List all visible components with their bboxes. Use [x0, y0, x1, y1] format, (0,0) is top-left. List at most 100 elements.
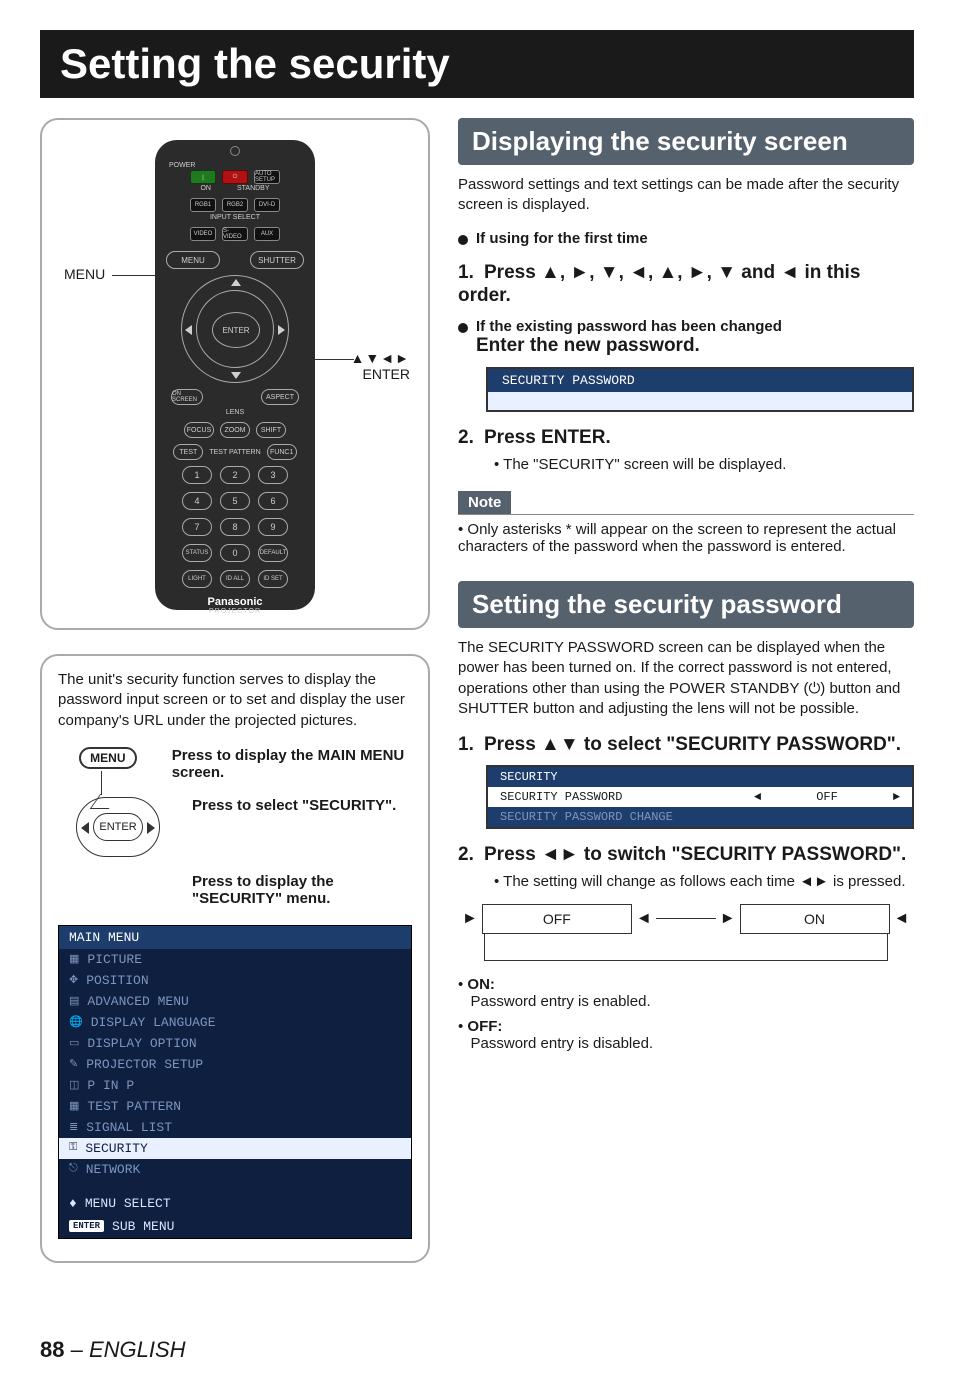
menu-item-picture: ▦PICTURE — [59, 949, 411, 970]
menu-footer-2: ENTERSUB MENU — [59, 1215, 411, 1238]
menu-button[interactable]: MENU — [166, 251, 220, 269]
num-4[interactable]: 4 — [182, 492, 212, 510]
toggle-off-box: OFF — [482, 904, 632, 934]
security-password-box-field — [488, 392, 912, 410]
security-password-box: SECURITY PASSWORD — [486, 367, 914, 412]
bullet-changed-pw-a: If the existing password has been change… — [476, 318, 782, 335]
main-menu-title: MAIN MENU — [59, 926, 411, 949]
security-menu-mock: SECURITY SECURITY PASSWORD ◄ OFF ► SECUR… — [486, 765, 914, 829]
toggle-on-box: ON — [740, 904, 890, 934]
section2-para: The SECURITY PASSWORD screen can be disp… — [458, 638, 914, 719]
shift-button[interactable]: SHIFT — [256, 422, 286, 438]
security-menu-row-dim: SECURITY PASSWORD CHANGE — [488, 807, 912, 827]
menu-button-icon: MENU — [79, 747, 137, 769]
onscreen-button[interactable]: ON SCREEN — [171, 389, 203, 405]
sec2-step2-sub: The setting will change as follows each … — [494, 873, 914, 890]
numpad: 1 2 3 4 5 6 7 8 9 STATUS 0 DEFAULT LIGHT… — [165, 466, 305, 588]
bullet-changed-pw-b: Enter the new password. — [476, 335, 700, 356]
hint-step1: Press to display the MAIN MENU screen. — [172, 747, 412, 781]
remote-diagram-box: MENU ▲▼◄► ENTER POWER ❘ ⏻ AUTO SETUP — [40, 118, 430, 630]
menu-item-advanced: ▤ADVANCED MENU — [59, 991, 411, 1012]
callout-arrows: ▲▼◄► — [351, 350, 410, 366]
menu-item-security: ⚿SECURITY — [59, 1138, 411, 1159]
focus-button[interactable]: FOCUS — [184, 422, 214, 438]
enter-ring-label: ENTER — [93, 813, 143, 841]
sec2-step1: 1.Press ▲▼ to select "SECURITY PASSWORD"… — [458, 733, 914, 757]
test-button[interactable]: TEST — [173, 444, 203, 460]
num-9[interactable]: 9 — [258, 518, 288, 536]
main-menu-mock: MAIN MENU ▦PICTURE ✥POSITION ▤ADVANCED M… — [58, 925, 412, 1239]
section1-title: Displaying the security screen — [458, 118, 914, 165]
video-button[interactable]: VIDEO — [190, 227, 216, 241]
num-5[interactable]: 5 — [220, 492, 250, 510]
rgb2-button[interactable]: RGB2 — [222, 198, 248, 212]
idset-button[interactable]: ID SET — [258, 570, 288, 588]
menu-button-icon-label: MENU — [90, 751, 125, 765]
idall-button[interactable]: ID ALL — [220, 570, 250, 588]
section2-title: Setting the security password — [458, 581, 914, 628]
right-column: Displaying the security screen Password … — [458, 118, 914, 1287]
num-6[interactable]: 6 — [258, 492, 288, 510]
section1-para: Password settings and text settings can … — [458, 175, 914, 216]
menu-item-language: 🌐DISPLAY LANGUAGE — [59, 1012, 411, 1033]
svideo-button[interactable]: S-VIDEO — [222, 227, 248, 241]
instructions-box: The unit's security function serves to d… — [40, 654, 430, 1263]
num-2[interactable]: 2 — [220, 466, 250, 484]
page-title: Setting the security — [40, 30, 914, 98]
zoom-button[interactable]: ZOOM — [220, 422, 250, 438]
hint-row-1: MENU Press to display the MAIN MENU scre… — [58, 747, 412, 781]
sec1-step1: 1.Press ▲, ►, ▼, ◄, ▲, ►, ▼ and ◄ in thi… — [458, 261, 914, 309]
security-menu-row-sel: SECURITY PASSWORD ◄ OFF ► — [488, 787, 912, 807]
auto-setup-button[interactable]: AUTO SETUP — [254, 170, 280, 184]
bullet-changed-pw: If the existing password has been change… — [458, 318, 914, 357]
page-number: 88 — [40, 1337, 64, 1362]
security-menu-title: SECURITY — [488, 767, 912, 787]
enter-ring-icon: ENTER — [76, 797, 160, 857]
num-7[interactable]: 7 — [182, 518, 212, 536]
sec1-step2-sub: The "SECURITY" screen will be displayed. — [494, 456, 914, 473]
func1-button[interactable]: FUNC1 — [267, 444, 297, 460]
callout-enter: ▲▼◄► ENTER — [351, 350, 410, 382]
menu-item-display-option: ▭DISPLAY OPTION — [59, 1033, 411, 1054]
label-on: ON — [200, 185, 211, 192]
power-on-button[interactable]: ❘ — [190, 170, 216, 184]
status-button[interactable]: STATUS — [182, 544, 212, 562]
arrow-left-icon: ◄ — [636, 910, 652, 928]
aux-button[interactable]: AUX — [254, 227, 280, 241]
enter-button[interactable]: ENTER — [212, 312, 260, 348]
aspect-button[interactable]: ASPECT — [261, 389, 299, 405]
on-text: Password entry is enabled. — [471, 993, 651, 1010]
label-power: POWER — [169, 162, 195, 169]
nav-ring[interactable]: ENTER — [181, 275, 289, 383]
num-3[interactable]: 3 — [258, 466, 288, 484]
on-item: • ON: Password entry is enabled. — [458, 976, 914, 1010]
security-password-box-label: SECURITY PASSWORD — [488, 369, 912, 392]
note-text: Only asterisks * will appear on the scre… — [458, 521, 914, 555]
num-1[interactable]: 1 — [182, 466, 212, 484]
menu-item-projector-setup: ✎PROJECTOR SETUP — [59, 1054, 411, 1075]
brand-name: Panasonic — [165, 596, 305, 608]
light-button[interactable]: LIGHT — [182, 570, 212, 588]
arrow-right-icon-2: ► — [720, 910, 736, 928]
callout-enter-label: ENTER — [351, 366, 410, 382]
hint-step3: Press to display the "SECURITY" menu. — [192, 873, 412, 907]
num-8[interactable]: 8 — [220, 518, 250, 536]
label-standby: STANDBY — [237, 185, 270, 192]
power-standby-button[interactable]: ⏻ — [222, 170, 248, 184]
sec1-step2: 2.Press ENTER. — [458, 426, 914, 450]
menu-item-position: ✥POSITION — [59, 970, 411, 991]
remote-control: POWER ❘ ⏻ AUTO SETUP ON STANDBY RGB1 RGB… — [155, 140, 315, 610]
dvid-button[interactable]: DVI-D — [254, 198, 280, 212]
menu-item-network: ⎋NETWORK — [59, 1159, 411, 1180]
intro-text: The unit's security function serves to d… — [58, 670, 412, 731]
callout-menu-label: MENU — [64, 266, 105, 282]
page-language: ENGLISH — [89, 1337, 186, 1362]
default-button[interactable]: DEFAULT — [258, 544, 288, 562]
menu-item-pinp: ◫P IN P — [59, 1075, 411, 1096]
rgb1-button[interactable]: RGB1 — [190, 198, 216, 212]
note-rule — [458, 514, 914, 515]
num-0[interactable]: 0 — [220, 544, 250, 562]
shutter-button[interactable]: SHUTTER — [250, 251, 304, 269]
label-input-select: INPUT SELECT — [165, 214, 305, 221]
callout-menu: MENU — [64, 266, 105, 282]
